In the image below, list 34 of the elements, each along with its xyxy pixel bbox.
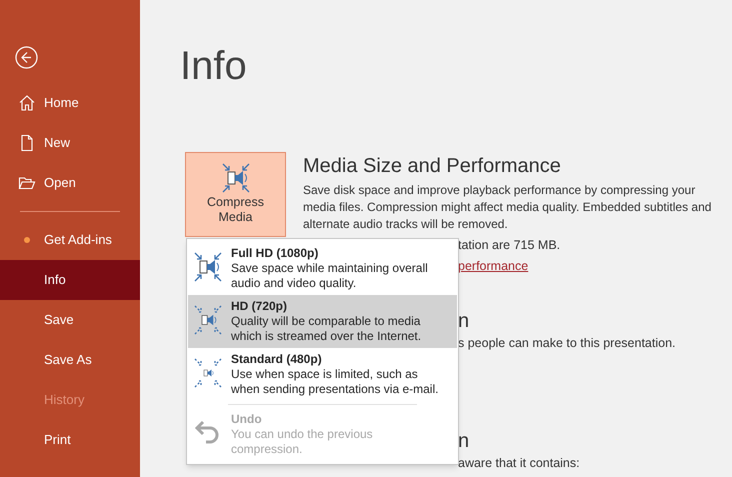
- section-heading: Media Size and Performance: [303, 154, 562, 178]
- menu-item[interactable]: HD (720p) Quality will be comparable to media which is streamed over the Internet.: [188, 295, 457, 348]
- sidebar-item[interactable]: Open: [0, 163, 140, 203]
- menu-item[interactable]: Full HD (1080p) Save space while maintaining overall audio and video quality.: [188, 242, 457, 295]
- menu-item-title: Standard (480p): [231, 352, 323, 367]
- back-button[interactable]: [15, 46, 38, 69]
- sidebar-item[interactable]: Print: [0, 420, 140, 460]
- sidebar-item[interactable]: Save As: [0, 340, 140, 380]
- compress-media-button[interactable]: Compress Media: [185, 152, 286, 237]
- menu-item-description: Quality will be comparable to media which is streamed over the Internet.: [231, 314, 422, 344]
- menu-item-title: HD (720p): [231, 299, 288, 314]
- section-heading: n: [458, 429, 470, 453]
- sidebar-item[interactable]: Home: [0, 83, 140, 123]
- menu-item-title: Full HD (1080p): [231, 246, 320, 261]
- menu-item-description: Save space while maintaining overall audio and video quality.: [231, 261, 429, 291]
- section-description: Save disk space and improve playback performance by compressing your media files. Compression might affect media quality. Embedded subtitles and alternate audio tracks will be removed.: [303, 182, 712, 233]
- sidebar-item[interactable]: New: [0, 123, 140, 163]
- sidebar-item[interactable]: Save: [0, 300, 140, 340]
- home-icon: [18, 94, 36, 112]
- page-title: Info: [180, 43, 248, 90]
- section-heading: n: [458, 309, 470, 333]
- sidebar-item[interactable]: Get Add-ins: [0, 220, 140, 260]
- menu-item-description: You can undo the previous compression.: [231, 427, 374, 457]
- menu-item[interactable]: Standard (480p) Use when space is limited, such as when sending presentations via e-mail.: [188, 348, 457, 401]
- menu-item-title: Undo: [231, 412, 263, 427]
- section-text: aware that it contains:: [458, 455, 581, 472]
- sidebar-item[interactable]: Info: [0, 260, 140, 300]
- compress-media-icon: [220, 161, 250, 195]
- menu-item-description: Use when space is limited, such as when sending presentations via e-mail.: [231, 367, 440, 397]
- compress-media-icon: [193, 303, 223, 337]
- section-link[interactable]: performance: [458, 257, 528, 275]
- compress-media-icon: [193, 250, 223, 284]
- compress-media-icon: [193, 356, 223, 390]
- section-text: tation are 715 MB.: [458, 237, 562, 254]
